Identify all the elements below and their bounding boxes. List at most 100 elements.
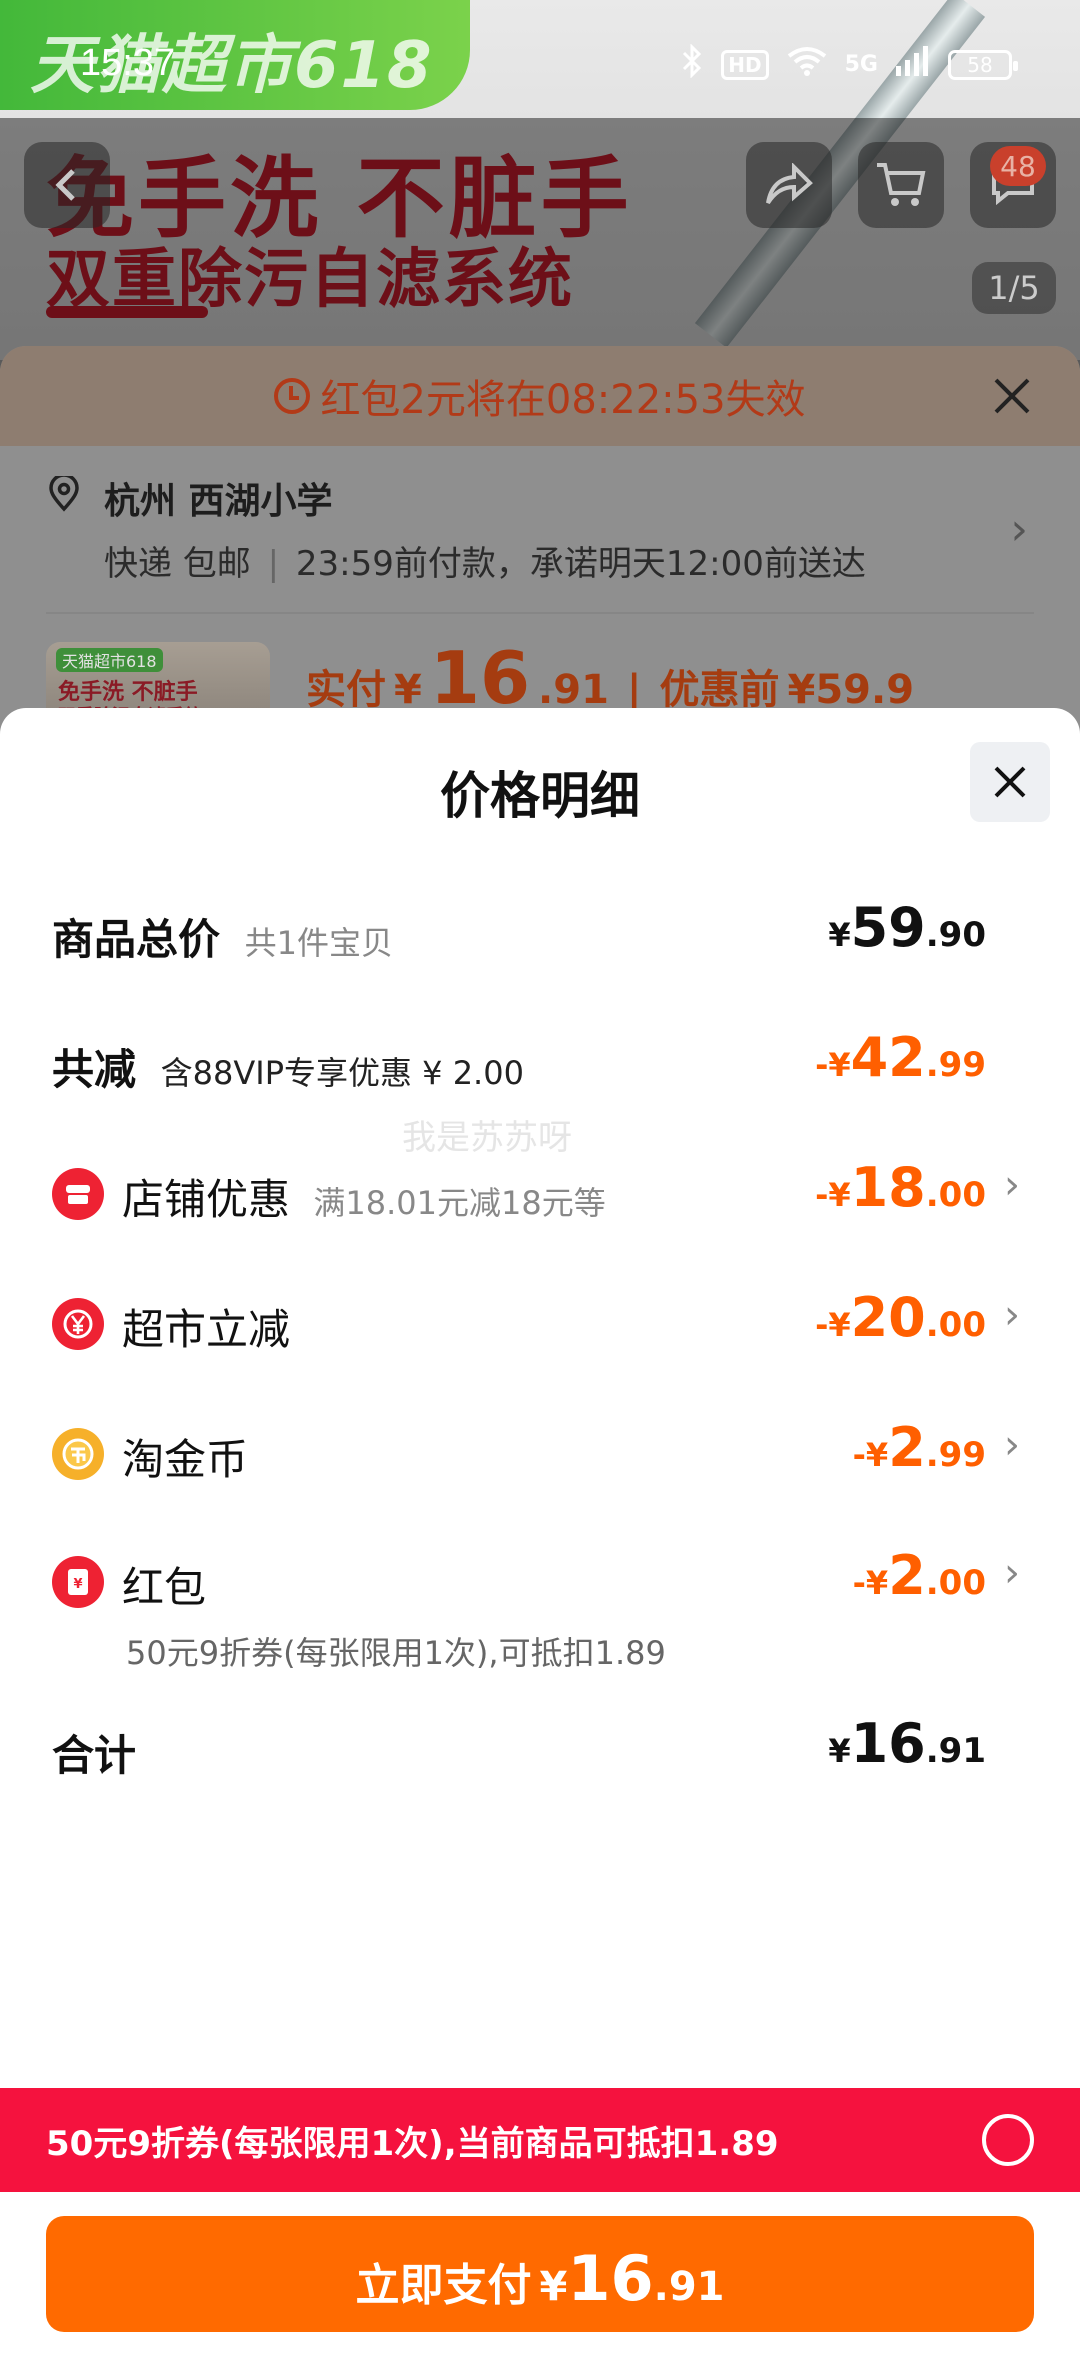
coupon-radio-button[interactable] <box>982 2114 1034 2166</box>
amount-int: 42 <box>850 1026 926 1089</box>
wifi-icon <box>787 46 827 83</box>
order-confirm-sheet: 红包2元将在08:22:53失效 杭州 西湖小学 快递 包邮 | 23:59前付… <box>0 346 1080 746</box>
amount-int: 2 <box>888 1416 926 1479</box>
currency-symbol: -¥ <box>815 1046 851 1084</box>
currency-symbol: -¥ <box>815 1306 851 1344</box>
chevron-right-icon: › <box>1010 504 1028 555</box>
before-discount-price: ¥59.9 <box>787 667 915 713</box>
total-label: 合计 <box>52 1731 137 1780</box>
supermarket-discount-label: 超市立减 <box>122 1305 291 1354</box>
svg-text:¥: ¥ <box>73 1577 82 1592</box>
chevron-right-icon: › <box>1004 1162 1020 1208</box>
subtotal-row: 商品总价 共1件宝贝 ¥59.90 <box>0 888 1080 978</box>
currency-symbol: ¥ <box>828 916 851 954</box>
red-envelope-icon: ¥ <box>52 1556 104 1608</box>
total-amount: ¥16.91 <box>828 1712 986 1775</box>
total-discount-label: 共减 含88VIP专享优惠 ¥ 2.00 <box>52 1036 524 1097</box>
clock-icon <box>274 378 311 414</box>
red-envelope-amount: -¥2.00 <box>853 1544 986 1607</box>
cart-count-badge: 48 <box>990 146 1046 186</box>
amount-dec: .00 <box>925 1563 986 1603</box>
red-envelope-detail: 50元9折券(每张限用1次),可抵扣1.89 <box>126 1634 666 1672</box>
bluetooth-icon <box>681 43 703 85</box>
paid-label: 实付 <box>306 667 386 713</box>
yuan-coin-icon <box>52 1298 104 1350</box>
amount-dec: .99 <box>925 1435 986 1475</box>
sheet-title: 价格明细 <box>440 767 640 825</box>
paid-dec: .91 <box>538 667 609 713</box>
order-sheet-close-button[interactable] <box>988 372 1036 420</box>
coupon-select-bar[interactable]: 50元9折券(每张限用1次),当前商品可抵扣1.89 <box>0 2088 1080 2192</box>
currency-symbol: ¥ <box>828 1732 851 1770</box>
battery-icon: 58 <box>948 49 1018 80</box>
back-arrow-icon <box>55 169 75 201</box>
chevron-right-icon: › <box>1004 1422 1020 1468</box>
amount-int: 59 <box>850 896 926 959</box>
share-button[interactable] <box>746 142 832 228</box>
red-envelope-label: 红包 <box>122 1563 207 1612</box>
hd-icon: HD <box>721 49 769 80</box>
close-icon <box>994 766 1026 798</box>
signal-icon <box>896 46 930 83</box>
pay-now-button[interactable]: 立即支付 ¥16.91 <box>46 2216 1034 2332</box>
divider <box>46 612 1034 614</box>
store-discount-note: 满18.01元减18元等 <box>313 1184 606 1222</box>
store-discount-label: 店铺优惠 满18.01元减18元等 <box>122 1166 606 1227</box>
store-icon <box>52 1168 104 1220</box>
taojinbi-coin-icon <box>52 1428 104 1480</box>
vip-discount-note: 含88VIP专享优惠 ¥ 2.00 <box>160 1054 524 1092</box>
location-pin-icon <box>46 473 82 512</box>
item-count: 共1件宝贝 <box>244 924 394 962</box>
subtotal-label: 商品总价 共1件宝贝 <box>52 906 393 967</box>
store-discount-row[interactable]: 店铺优惠 满18.01元减18元等 -¥18.00 › <box>0 1148 1080 1238</box>
paid-currency: ¥ <box>394 667 422 713</box>
pay-dec: .91 <box>653 2264 725 2310</box>
chevron-right-icon: › <box>1004 1550 1020 1596</box>
delivery-method: 快递 包邮 <box>104 544 251 584</box>
address-title: 杭州 西湖小学 <box>104 481 333 522</box>
cart-button[interactable] <box>858 142 944 228</box>
status-bar: 15:37 HD 5G 58 <box>0 0 1080 120</box>
delivery-promise: 23:59前付款，承诺明天12:00前送达 <box>295 544 866 584</box>
taojinbi-label: 淘金币 <box>122 1435 249 1484</box>
currency-symbol: -¥ <box>852 1436 889 1474</box>
close-button[interactable] <box>970 742 1050 822</box>
share-icon <box>766 163 813 205</box>
red-envelope-row[interactable]: ¥ 红包 -¥2.00 › 50元9折券(每张限用1次),可抵扣1.89 <box>0 1536 1080 1676</box>
taojinbi-amount: -¥2.99 <box>853 1416 986 1479</box>
amount-dec: .00 <box>925 1305 986 1345</box>
store-discount-amount: -¥18.00 <box>815 1156 986 1219</box>
supermarket-discount-amount: -¥20.00 <box>815 1286 986 1349</box>
store-discount-label-text: 店铺优惠 <box>122 1175 291 1224</box>
close-icon <box>994 378 1030 414</box>
amount-dec: .99 <box>925 1045 986 1085</box>
pay-int: 16 <box>567 2242 654 2315</box>
coupon-expiry-text: 红包2元将在08:22:53失效 <box>320 377 806 423</box>
status-time: 15:37 <box>80 42 176 84</box>
subtotal-label-text: 商品总价 <box>52 915 221 964</box>
before-discount-label: 优惠前 <box>659 667 780 713</box>
status-icons: HD 5G 58 <box>681 43 1018 85</box>
coupon-expiry-banner: 红包2元将在08:22:53失效 <box>0 346 1080 446</box>
delivery-info: 快递 包邮 | 23:59前付款，承诺明天12:00前送达 <box>104 544 866 584</box>
amount-int: 20 <box>850 1286 926 1349</box>
currency-symbol: -¥ <box>852 1564 889 1602</box>
chevron-right-icon: › <box>1004 1292 1020 1338</box>
coupon-bar-text: 50元9折券(每张限用1次),当前商品可抵扣1.89 <box>46 2123 779 2164</box>
total-discount-label-text: 共减 <box>52 1045 137 1094</box>
price-separator: | <box>626 667 642 713</box>
thumb-tag: 天猫超市618 <box>56 648 163 672</box>
amount-dec: .90 <box>925 915 986 955</box>
currency-symbol: -¥ <box>815 1176 851 1214</box>
back-button[interactable] <box>24 142 110 228</box>
image-page-indicator: 1/5 <box>972 262 1056 314</box>
taojinbi-row[interactable]: 淘金币 -¥2.99 › <box>0 1408 1080 1498</box>
supermarket-discount-row[interactable]: 超市立减 -¥20.00 › <box>0 1278 1080 1368</box>
pay-label: 立即支付 <box>355 2260 532 2311</box>
amount-int: 18 <box>850 1156 926 1219</box>
pay-currency: ¥ <box>539 2264 568 2310</box>
total-row: 合计 ¥16.91 <box>0 1704 1080 1794</box>
total-discount-row: 共减 含88VIP专享优惠 ¥ 2.00 -¥42.99 <box>0 1018 1080 1108</box>
amount-int: 2 <box>888 1544 926 1607</box>
amount-dec: .91 <box>925 1731 986 1771</box>
